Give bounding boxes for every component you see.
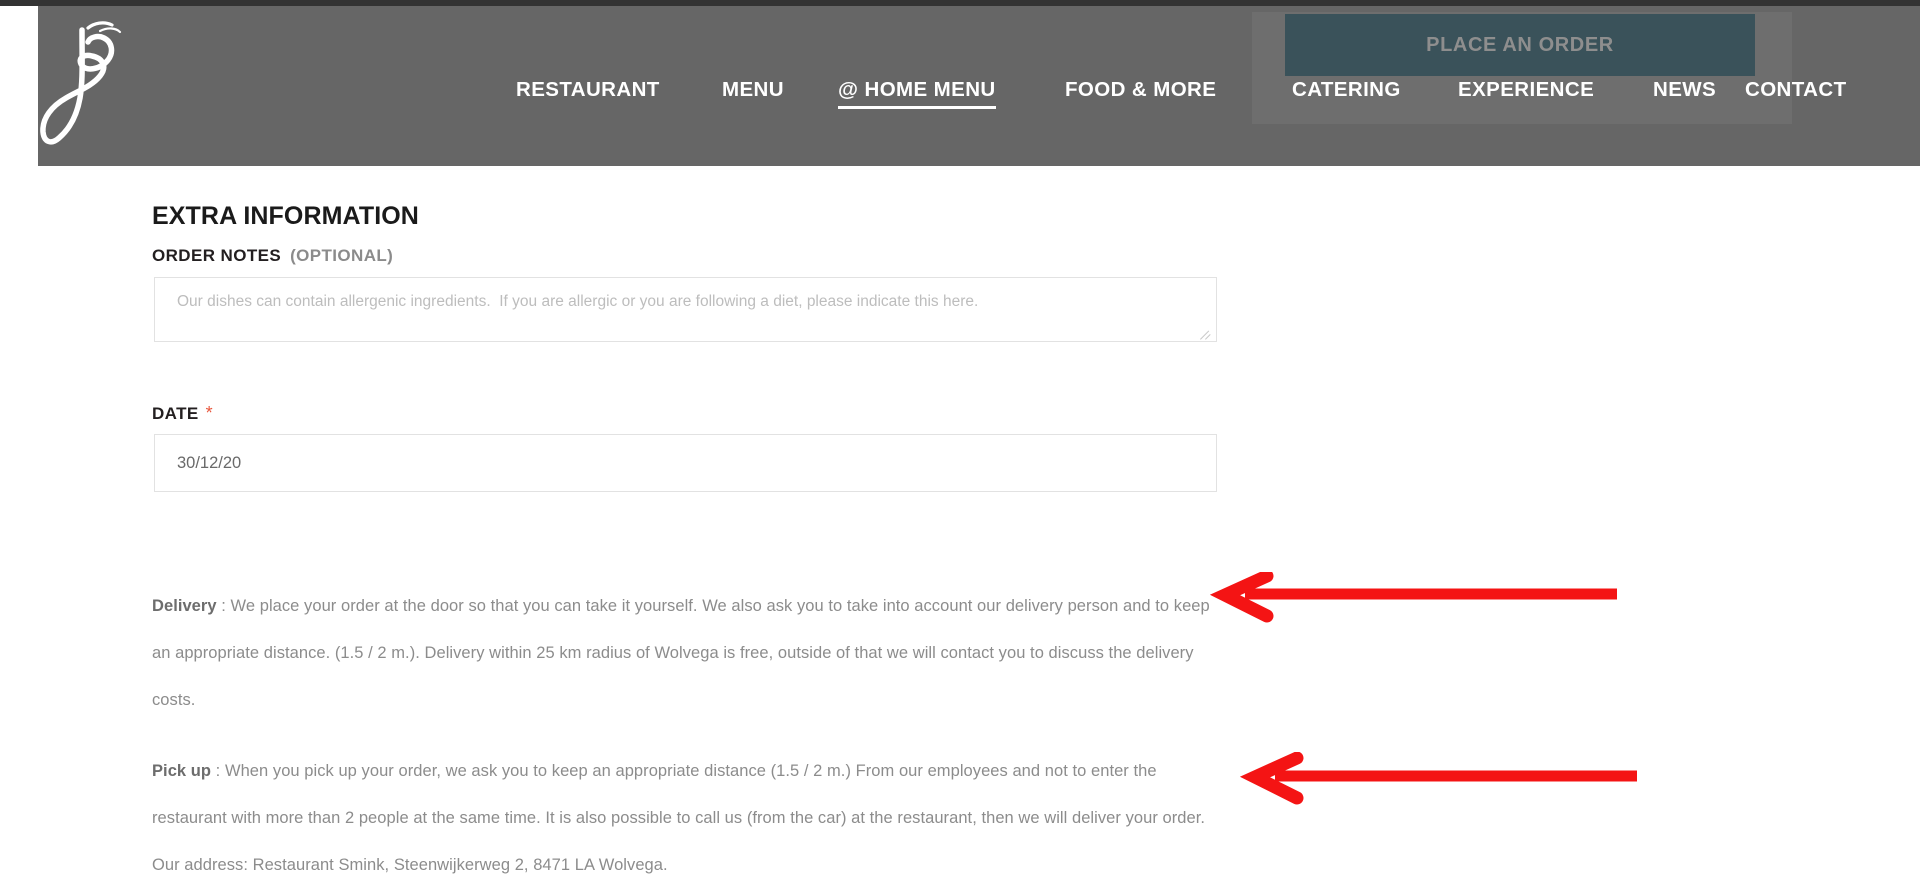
order-notes-textarea[interactable] <box>154 277 1217 342</box>
nav-item-news[interactable]: NEWS <box>1653 78 1716 102</box>
pickup-body: When you pick up your order, we ask you … <box>152 761 1205 874</box>
date-label: DATE * <box>152 403 213 424</box>
nav-label: NEWS <box>1653 78 1717 101</box>
pickup-info-paragraph: Pick up : When you pick up your order, w… <box>152 748 1227 889</box>
place-an-order-button[interactable]: PLACE AN ORDER <box>1285 14 1755 76</box>
date-input[interactable] <box>154 434 1217 492</box>
required-asterisk-icon: * <box>205 403 214 423</box>
nav-item-menu[interactable]: MENU <box>722 78 784 102</box>
pickup-title: Pick up <box>152 761 212 780</box>
nav-label: CONTACT <box>1745 78 1847 101</box>
nav-label: FOOD & MORE <box>1065 78 1217 101</box>
nav-label: MENU <box>722 78 784 101</box>
nav-item-home-menu[interactable]: @ HOME MENU <box>838 78 996 109</box>
date-label-text: DATE <box>152 404 199 423</box>
nav-label: EXPERIENCE <box>1458 78 1595 101</box>
order-notes-optional-text: (OPTIONAL) <box>290 246 394 265</box>
delivery-separator: : <box>216 596 231 615</box>
pickup-separator: : <box>211 761 225 780</box>
nav-label: @ HOME MENU <box>838 78 996 101</box>
arrow-pointing-to-pickup-paragraph <box>1239 752 1637 805</box>
nav-label: RESTAURANT <box>516 78 660 101</box>
delivery-info-paragraph: Delivery : We place your order at the do… <box>152 583 1227 724</box>
nav-item-food-and-more[interactable]: FOOD & MORE <box>1065 78 1216 102</box>
site-header: RESTAURANT MENU @ HOME MENU FOOD & MORE … <box>0 6 1920 166</box>
arrow-pointing-to-delivery-paragraph <box>1209 572 1617 623</box>
nav-item-experience[interactable]: EXPERIENCE <box>1458 78 1594 102</box>
nav-label: CATERING <box>1292 78 1401 101</box>
place-an-order-label: PLACE AN ORDER <box>1426 33 1614 56</box>
delivery-body: We place your order at the door so that … <box>152 596 1210 709</box>
order-notes-label: ORDER NOTES (OPTIONAL) <box>152 246 393 266</box>
nav-item-catering[interactable]: CATERING <box>1292 78 1401 102</box>
page-root: RESTAURANT MENU @ HOME MENU FOOD & MORE … <box>0 0 1920 890</box>
delivery-title: Delivery <box>152 596 217 615</box>
section-title-extra-information: EXTRA INFORMATION <box>152 201 419 230</box>
nav-item-contact[interactable]: CONTACT <box>1745 78 1847 102</box>
order-notes-label-text: ORDER NOTES <box>152 246 282 265</box>
nav-item-restaurant[interactable]: RESTAURANT <box>516 78 660 102</box>
